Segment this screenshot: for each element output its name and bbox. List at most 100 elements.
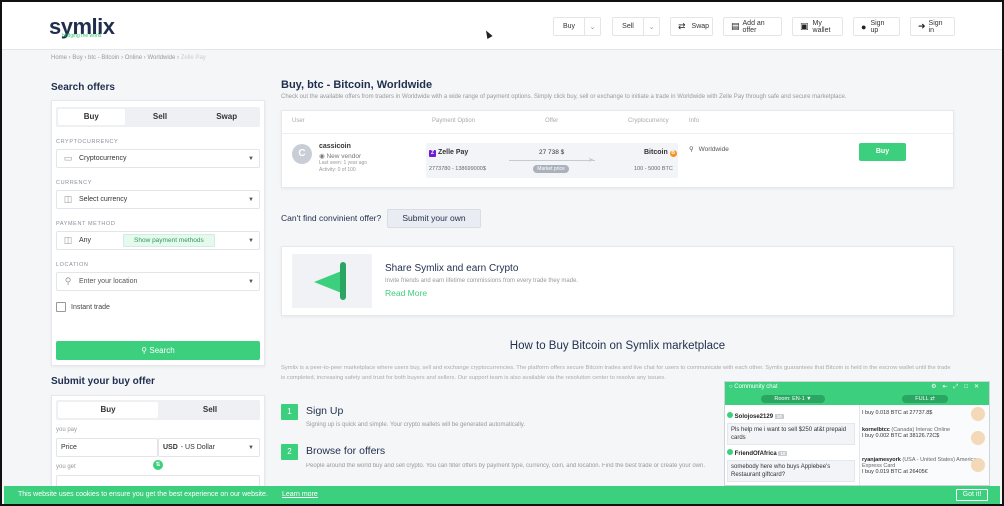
offer-location: ⚲ Worldwide xyxy=(689,146,729,153)
payment-method: Z Zelle Pay xyxy=(429,149,469,157)
map-pin-icon: ⚲ xyxy=(689,146,694,153)
payment-range: 2773780 - 138699000$ xyxy=(429,166,486,172)
map-pin-icon: ⚲ xyxy=(64,276,72,286)
search-icon: ⚲ xyxy=(141,346,148,355)
location-label: LOCATION xyxy=(56,262,89,268)
caret-down-icon: ▼ xyxy=(248,237,254,244)
sign-up-button[interactable]: ● Sign up xyxy=(853,17,900,36)
swap-direction-icon[interactable]: ⇅ xyxy=(153,460,163,470)
breadcrumb: Home › Buy › btc - Bitcoin › Online › Wo… xyxy=(51,55,206,61)
crypto-name: Bitcoin B xyxy=(644,149,677,157)
avatar xyxy=(971,407,985,421)
money-icon: ◫ xyxy=(63,194,73,204)
avatar xyxy=(971,458,985,472)
buy-offer-button[interactable]: Buy xyxy=(859,143,906,161)
community-chat-widget: ○ Community chat ⚙⇤⤢□✕ Room: EN-1 ▼ FULL… xyxy=(724,381,990,486)
trade-item: ryanjamesyork (USA - United States) Amer… xyxy=(862,457,980,475)
sign-in-button[interactable]: ➜ Sign in xyxy=(910,17,955,36)
column-info: Info xyxy=(689,118,700,124)
message-bubble: Pls help me i want to sell $250 at&t pre… xyxy=(727,423,855,445)
show-payment-methods-button[interactable]: Show payment methods xyxy=(123,234,215,247)
location-input[interactable]: ⚲ Enter your location ▼ xyxy=(56,272,260,291)
wallet-icon: ▣ xyxy=(800,21,809,31)
breadcrumb-item[interactable]: Worldwide xyxy=(147,55,175,61)
level-badge: 10 xyxy=(774,414,784,419)
currency-select[interactable]: ◫ Select currency ▼ xyxy=(56,190,260,209)
payment-method-label: PAYMENT METHOD xyxy=(56,221,116,227)
trade-feed: I buy 0.018 BTC at 27737.8$ kornelbtcc (… xyxy=(859,405,989,485)
breadcrumb-item[interactable]: btc - Bitcoin xyxy=(88,55,119,61)
resize-icon[interactable]: ⇤ xyxy=(943,384,954,390)
buy-dropdown[interactable]: Buy ⌄ xyxy=(553,17,601,36)
room-select[interactable]: Room: EN-1 ▼ xyxy=(761,395,825,403)
step-title: Sign Up xyxy=(306,405,344,417)
message-bubble: somebody here who buys Applebee's Restau… xyxy=(727,460,855,482)
share-title: Share Symlix and earn Crypto xyxy=(385,263,519,274)
logo-tagline: bridging the world xyxy=(62,33,102,39)
close-icon[interactable]: ✕ xyxy=(974,384,985,390)
share-description: Invite friends and earn lifetime commiss… xyxy=(385,278,579,284)
add-offer-button[interactable]: ▤ Add an offer xyxy=(723,17,782,36)
column-cryptocurrency: Cryptocurrency xyxy=(628,118,669,124)
instant-trade-label: Instant trade xyxy=(71,304,110,311)
sell-dropdown[interactable]: Sell ⌄ xyxy=(612,17,660,36)
chevron-down-icon: ⌄ xyxy=(643,18,659,35)
cookie-text: This website uses cookies to ensure you … xyxy=(18,491,268,498)
chat-toolbar: Room: EN-1 ▼ FULL ⇄ xyxy=(725,393,989,405)
caret-down-icon: ▼ xyxy=(248,155,254,162)
tab-buy[interactable]: Buy xyxy=(58,109,125,125)
money-icon: ◫ xyxy=(63,235,73,245)
cryptocurrency-label: CRYPTOCURRENCY xyxy=(56,139,119,145)
chat-window-controls: ⚙⇤⤢□✕ xyxy=(931,382,985,393)
read-more-link[interactable]: Read More xyxy=(385,288,427,298)
zelle-icon: Z xyxy=(429,150,436,157)
megaphone-illustration xyxy=(292,254,372,308)
avatar[interactable]: C xyxy=(292,144,312,164)
cryptocurrency-select[interactable]: ▭ Cryptocurrency ▼ xyxy=(56,149,260,168)
offer-username[interactable]: cassicoin xyxy=(319,143,351,150)
submit-own-button[interactable]: Submit your own xyxy=(387,209,481,228)
avatar xyxy=(727,449,733,455)
column-payment-option: Payment Option xyxy=(432,118,476,124)
pay-currency-select[interactable]: USD - US Dollar ▼ xyxy=(158,438,260,457)
got-it-button[interactable]: Got it! xyxy=(956,489,988,501)
avatar xyxy=(727,412,733,418)
column-offer: Offer xyxy=(545,118,559,124)
gear-icon[interactable]: ⚙ xyxy=(931,384,942,390)
submit-buy-offer-title: Submit your buy offer xyxy=(51,376,155,387)
you-pay-label: you pay xyxy=(56,427,78,433)
price-input[interactable]: Price xyxy=(56,438,158,457)
breadcrumb-item[interactable]: Online xyxy=(125,55,142,61)
avatar xyxy=(971,431,985,445)
chat-header: ○ Community chat ⚙⇤⤢□✕ xyxy=(725,382,989,393)
activity: Activity: 0 of 100 xyxy=(319,167,356,173)
search-button[interactable]: ⚲ Search xyxy=(56,341,260,360)
step-description: People around the world buy and sell cry… xyxy=(306,463,706,469)
tab-buy[interactable]: Buy xyxy=(58,402,158,418)
chat-mode-toggle[interactable]: FULL ⇄ xyxy=(902,395,948,403)
expand-icon[interactable]: ⤢ xyxy=(954,384,965,390)
chat-plus-icon: ▤ xyxy=(731,21,740,31)
how-to-title: How to Buy Bitcoin on Symlix marketplace xyxy=(509,340,726,352)
tab-sell[interactable]: Sell xyxy=(127,107,194,127)
cant-find-text: Can't find convinient offer? xyxy=(281,213,382,223)
maximize-icon[interactable]: □ xyxy=(964,384,974,390)
wallet-button[interactable]: ▣ My wallet xyxy=(792,17,843,36)
swap-icon: ⇄ xyxy=(678,21,686,31)
crypto-range: 100 - 5000 BTC xyxy=(634,166,673,172)
caret-down-icon: ▼ xyxy=(248,278,254,285)
coin-icon: ▭ xyxy=(63,153,73,163)
breadcrumb-item[interactable]: Buy xyxy=(72,55,82,61)
step-number: 2 xyxy=(281,444,298,460)
currency-label: CURRENCY xyxy=(56,180,92,186)
tab-sell[interactable]: Sell xyxy=(160,400,260,420)
breadcrumb-item[interactable]: Home xyxy=(51,55,67,61)
instant-trade-checkbox[interactable] xyxy=(56,302,66,312)
market-price-badge: Market price xyxy=(533,165,569,173)
swap-button[interactable]: ⇄ Swap xyxy=(670,17,713,36)
tab-swap[interactable]: Swap xyxy=(193,107,260,127)
learn-more-link[interactable]: Learn more xyxy=(282,491,318,498)
trade-item: I buy 0.018 BTC at 27737.8$ xyxy=(862,410,933,416)
caret-down-icon: ▼ xyxy=(248,196,254,203)
payment-method-select[interactable]: ◫ Any Show payment methods ▼ xyxy=(56,231,260,250)
